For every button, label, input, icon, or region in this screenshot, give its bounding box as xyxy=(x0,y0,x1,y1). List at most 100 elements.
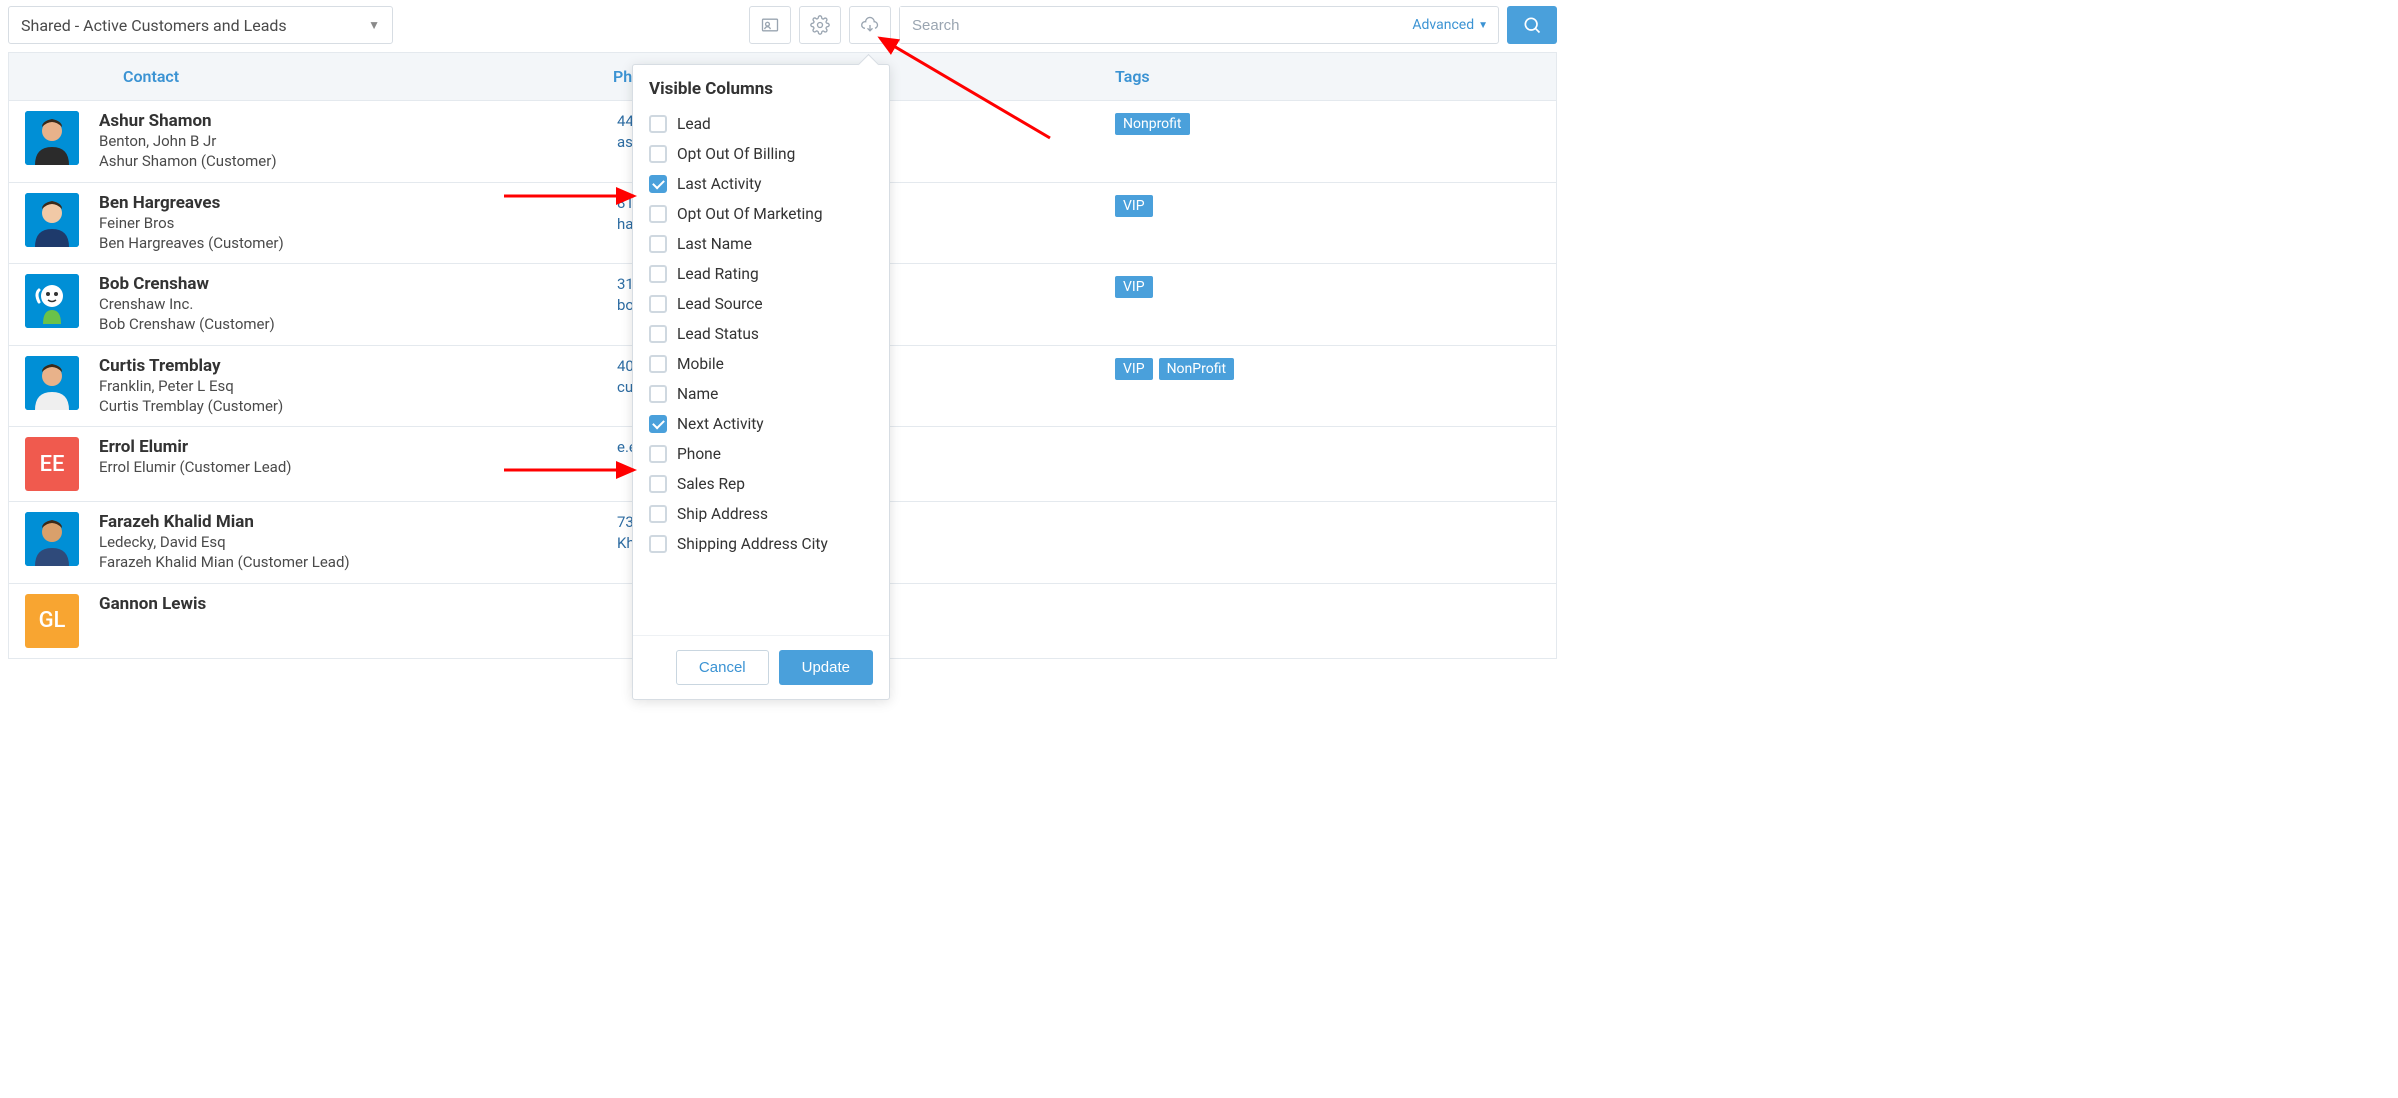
advanced-search-label: Advanced xyxy=(1412,17,1474,33)
view-selector[interactable]: Shared - Active Customers and Leads ▼ xyxy=(8,6,393,44)
tags-cell xyxy=(1115,512,1540,514)
contact-sub2: Ashur Shamon (Customer) xyxy=(99,151,597,171)
search-button[interactable] xyxy=(1507,6,1557,44)
tag-badge: VIP xyxy=(1115,358,1153,380)
column-option[interactable]: Last Activity xyxy=(649,169,873,199)
contact-name: Curtis Tremblay xyxy=(99,356,597,376)
checkbox[interactable] xyxy=(649,445,667,463)
settings-button[interactable] xyxy=(799,6,841,44)
checkbox[interactable] xyxy=(649,535,667,553)
contact-sub1: Crenshaw Inc. xyxy=(99,294,597,314)
tag-badge: VIP xyxy=(1115,195,1153,217)
checkbox-checked[interactable] xyxy=(649,415,667,433)
popover-title: Visible Columns xyxy=(633,65,889,109)
checkbox-checked[interactable] xyxy=(649,175,667,193)
avatar xyxy=(25,512,79,566)
tags-cell: VIP xyxy=(1115,274,1540,298)
column-option[interactable]: Opt Out Of Billing xyxy=(649,139,873,169)
contact-sub1: Feiner Bros xyxy=(99,213,597,233)
tag-badge: Nonprofit xyxy=(1115,113,1190,135)
column-option[interactable]: Lead Source xyxy=(649,289,873,319)
contact-name: Gannon Lewis xyxy=(99,594,597,614)
update-button[interactable]: Update xyxy=(779,650,873,685)
column-option-label: Name xyxy=(677,385,718,403)
contact-cell: Curtis Tremblay Franklin, Peter L Esq Cu… xyxy=(99,356,597,417)
chevron-down-icon: ▼ xyxy=(368,18,380,32)
export-button[interactable] xyxy=(849,6,891,44)
column-option[interactable]: Name xyxy=(649,379,873,409)
tags-cell: VIP xyxy=(1115,193,1540,217)
avatar: GL xyxy=(25,594,79,648)
column-option[interactable]: Next Activity xyxy=(649,409,873,439)
checkbox[interactable] xyxy=(649,475,667,493)
search-icon xyxy=(1522,15,1542,35)
column-option[interactable]: Shipping Address City xyxy=(649,529,873,559)
column-option[interactable]: Opt Out Of Marketing xyxy=(649,199,873,229)
column-option-label: Next Activity xyxy=(677,415,764,433)
contact-sub2: Farazeh Khalid Mian (Customer Lead) xyxy=(99,552,597,572)
contact-name: Ben Hargreaves xyxy=(99,193,597,213)
tags-cell: VIP NonProfit xyxy=(1115,356,1540,380)
tag-badge: NonProfit xyxy=(1159,358,1234,380)
contact-cell: Farazeh Khalid Mian Ledecky, David Esq F… xyxy=(99,512,597,573)
cancel-button[interactable]: Cancel xyxy=(676,650,769,685)
cloud-download-icon xyxy=(860,15,880,35)
column-header-contact[interactable]: Contact xyxy=(9,53,597,100)
checkbox[interactable] xyxy=(649,505,667,523)
column-header-tags[interactable]: Tags xyxy=(1099,53,1556,100)
avatar: EE xyxy=(25,437,79,491)
column-option[interactable]: Phone xyxy=(649,439,873,469)
checkbox[interactable] xyxy=(649,385,667,403)
contact-sub1: Ledecky, David Esq xyxy=(99,532,597,552)
column-option-label: Sales Rep xyxy=(677,475,745,493)
column-option-label: Lead Status xyxy=(677,325,759,343)
column-option[interactable]: Lead Rating xyxy=(649,259,873,289)
checkbox[interactable] xyxy=(649,265,667,283)
view-selector-label: Shared - Active Customers and Leads xyxy=(21,16,287,35)
contact-name: Bob Crenshaw xyxy=(99,274,597,294)
column-option[interactable]: Mobile xyxy=(649,349,873,379)
column-option-label: Opt Out Of Billing xyxy=(677,145,795,163)
search-input[interactable] xyxy=(900,7,1402,43)
column-option-label: Last Activity xyxy=(677,175,761,193)
checkbox[interactable] xyxy=(649,145,667,163)
popover-footer: Cancel Update xyxy=(633,635,889,699)
tags-cell xyxy=(1115,594,1540,596)
contact-sub2: Ben Hargreaves (Customer) xyxy=(99,233,597,253)
column-option[interactable]: Lead Status xyxy=(649,319,873,349)
contact-sub2: Bob Crenshaw (Customer) xyxy=(99,314,597,334)
checkbox[interactable] xyxy=(649,325,667,343)
column-option-label: Ship Address xyxy=(677,505,768,523)
gear-icon xyxy=(810,15,830,35)
avatar xyxy=(25,274,79,328)
contact-cell: Ben Hargreaves Feiner Bros Ben Hargreave… xyxy=(99,193,597,254)
advanced-search-link[interactable]: Advanced ▼ xyxy=(1402,17,1498,33)
column-option-label: Phone xyxy=(677,445,721,463)
visible-columns-popover: Visible Columns Lead Opt Out Of Billing … xyxy=(632,64,890,700)
checkbox[interactable] xyxy=(649,115,667,133)
tags-cell xyxy=(1115,437,1540,439)
column-option-label: Mobile xyxy=(677,355,724,373)
column-option[interactable]: Sales Rep xyxy=(649,469,873,499)
contact-cell: Gannon Lewis xyxy=(99,594,597,614)
avatar xyxy=(25,356,79,410)
contact-sub1: Benton, John B Jr xyxy=(99,131,597,151)
contact-name: Errol Elumir xyxy=(99,437,597,457)
column-option[interactable]: Ship Address xyxy=(649,499,873,529)
checkbox[interactable] xyxy=(649,355,667,373)
tags-cell: Nonprofit xyxy=(1115,111,1540,135)
checkbox[interactable] xyxy=(649,235,667,253)
checkbox[interactable] xyxy=(649,205,667,223)
popover-body: Lead Opt Out Of Billing Last Activity Op… xyxy=(633,109,889,635)
search-container: Advanced ▼ xyxy=(899,6,1499,44)
column-option[interactable]: Last Name xyxy=(649,229,873,259)
contact-sub1: Errol Elumir (Customer Lead) xyxy=(99,457,597,477)
card-view-button[interactable] xyxy=(749,6,791,44)
column-option-label: Shipping Address City xyxy=(677,535,828,553)
column-option[interactable]: Lead xyxy=(649,109,873,139)
contact-cell: Errol Elumir Errol Elumir (Customer Lead… xyxy=(99,437,597,477)
contact-cell: Bob Crenshaw Crenshaw Inc. Bob Crenshaw … xyxy=(99,274,597,335)
avatar xyxy=(25,111,79,165)
checkbox[interactable] xyxy=(649,295,667,313)
tag-badge: VIP xyxy=(1115,276,1153,298)
